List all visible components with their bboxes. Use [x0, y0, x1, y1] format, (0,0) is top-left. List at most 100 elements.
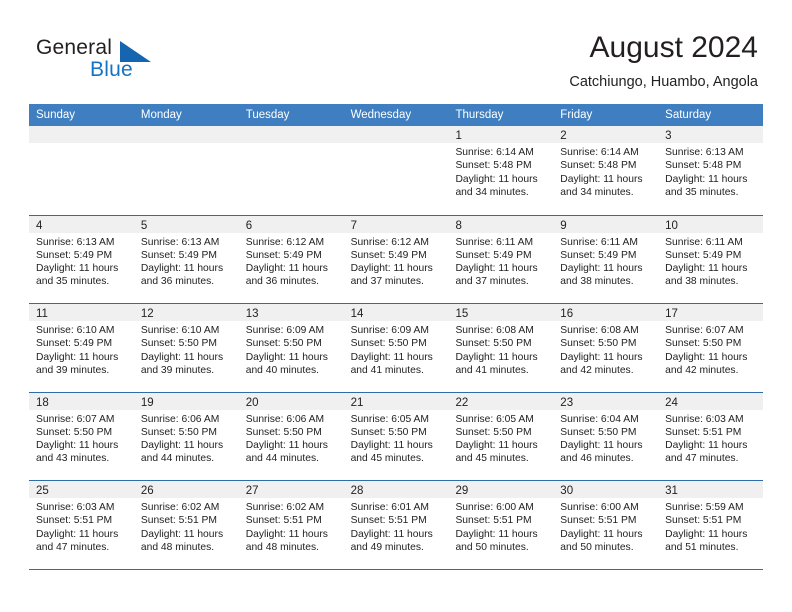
day-sun-info: Sunrise: 6:13 AM Sunset: 5:48 PM Daylight:…: [658, 143, 763, 199]
day-number-band: 10: [658, 215, 764, 233]
daylight-text-line1: Daylight: 11 hours: [455, 528, 538, 540]
calendar-day-cell[interactable]: 2 Sunrise: 6:14 AM Sunset: 5:48 PM Daylight…: [553, 126, 659, 215]
calendar-day-cell[interactable]: 26 Sunrise: 6:02 AM Sunset: 5:51 PM Dayligh…: [133, 481, 239, 569]
day-number-band: 22: [448, 392, 554, 410]
daylight-text-line2: and 47 minutes.: [36, 541, 110, 553]
day-number: 7: [350, 219, 357, 232]
sunrise-text: Sunrise: 6:13 AM: [665, 147, 744, 158]
day-number-band: [343, 126, 449, 143]
daylight-text-line2: and 45 minutes.: [350, 453, 424, 465]
calendar-day-cell[interactable]: 27 Sunrise: 6:02 AM Sunset: 5:51 PM Dayligh…: [238, 481, 344, 569]
calendar-day-cell[interactable]: 28 Sunrise: 6:01 AM Sunset: 5:51 PM Dayligh…: [343, 481, 449, 569]
calendar-day-cell[interactable]: 7 Sunrise: 6:12 AM Sunset: 5:49 PM Daylight…: [343, 215, 449, 303]
day-number: 3: [665, 130, 672, 142]
daylight-text-line2: and 40 minutes.: [245, 364, 319, 376]
sunrise-text: Sunrise: 6:14 AM: [560, 147, 639, 158]
calendar-day-cell[interactable]: 29 Sunrise: 6:00 AM Sunset: 5:51 PM Dayligh…: [448, 481, 554, 569]
calendar-day-cell[interactable]: 9 Sunrise: 6:11 AM Sunset: 5:49 PM Daylight…: [553, 215, 659, 303]
daylight-text-line1: Daylight: 11 hours: [36, 351, 119, 363]
day-number-band: [29, 126, 134, 143]
calendar-day-cell[interactable]: 8 Sunrise: 6:11 AM Sunset: 5:49 PM Daylight…: [448, 215, 554, 303]
daylight-text-line1: Daylight: 11 hours: [560, 528, 643, 540]
sunset-text: Sunset: 5:49 PM: [245, 249, 322, 261]
calendar-day-cell[interactable]: 19 Sunrise: 6:06 AM Sunset: 5:50 PM Dayligh…: [133, 392, 239, 480]
calendar-day-cell[interactable]: 4 Sunrise: 6:13 AM Sunset: 5:49 PM Daylight…: [29, 215, 134, 303]
daylight-text-line2: and 42 minutes.: [665, 364, 739, 376]
day-number-band: 31: [658, 481, 764, 498]
sunrise-text: Sunrise: 6:04 AM: [560, 413, 639, 425]
daylight-text-line1: Daylight: 11 hours: [350, 351, 433, 363]
daylight-text-line1: Daylight: 11 hours: [665, 263, 748, 275]
day-number: 26: [140, 485, 154, 497]
day-number: 20: [245, 396, 259, 409]
calendar-day-cell[interactable]: 15 Sunrise: 6:08 AM Sunset: 5:50 PM Dayligh…: [448, 304, 554, 392]
day-sun-info: Sunrise: 6:06 AM Sunset: 5:50 PM Daylight:…: [134, 410, 239, 466]
day-number-band: 7: [343, 215, 449, 233]
calendar-day-cell[interactable]: 16 Sunrise: 6:08 AM Sunset: 5:50 PM Dayligh…: [553, 304, 659, 392]
calendar-day-cell[interactable]: 5 Sunrise: 6:13 AM Sunset: 5:49 PM Daylight…: [133, 215, 239, 303]
day-number-band: 14: [343, 304, 449, 321]
calendar-day-cell[interactable]: 11 Sunrise: 6:10 AM Sunset: 5:49 PM Dayligh…: [29, 304, 134, 392]
calendar-day-cell[interactable]: 12 Sunrise: 6:10 AM Sunset: 5:50 PM Dayligh…: [133, 304, 239, 392]
calendar-day-cell[interactable]: 17 Sunrise: 6:07 AM Sunset: 5:50 PM Dayligh…: [658, 304, 764, 392]
calendar-day-cell[interactable]: 23 Sunrise: 6:04 AM Sunset: 5:50 PM Dayligh…: [553, 392, 659, 480]
sunset-text: Sunset: 5:49 PM: [455, 249, 532, 261]
calendar-day-cell[interactable]: 24 Sunrise: 6:03 AM Sunset: 5:51 PM Dayligh…: [658, 392, 764, 480]
daylight-text-line1: Daylight: 11 hours: [36, 440, 119, 452]
sunset-text: Sunset: 5:49 PM: [36, 249, 113, 261]
day-number-band: 25: [29, 481, 134, 498]
calendar-day-cell[interactable]: 18 Sunrise: 6:07 AM Sunset: 5:50 PM Dayligh…: [29, 392, 134, 480]
sunrise-text: Sunrise: 6:12 AM: [350, 236, 429, 248]
daylight-text-line2: and 38 minutes.: [560, 276, 634, 288]
sunset-text: Sunset: 5:50 PM: [455, 338, 532, 350]
sunrise-text: Sunrise: 6:11 AM: [455, 236, 534, 248]
day-number: 17: [665, 308, 678, 320]
daylight-text-line1: Daylight: 11 hours: [245, 440, 328, 452]
daylight-text-line1: Daylight: 11 hours: [665, 528, 748, 540]
calendar-day-cell[interactable]: 6 Sunrise: 6:12 AM Sunset: 5:49 PM Daylight…: [238, 215, 344, 303]
daylight-text-line1: Daylight: 11 hours: [36, 528, 119, 540]
calendar-day-cell[interactable]: 10 Sunrise: 6:11 AM Sunset: 5:49 PM Dayligh…: [658, 215, 764, 303]
weekday-header-thursday: Thursday: [455, 109, 504, 121]
sunrise-text: Sunrise: 6:10 AM: [140, 325, 220, 336]
sunset-text: Sunset: 5:51 PM: [665, 426, 742, 438]
sunrise-text: Sunrise: 6:01 AM: [350, 502, 429, 513]
calendar-day-cell[interactable]: 20 Sunrise: 6:06 AM Sunset: 5:50 PM Dayligh…: [238, 392, 344, 480]
day-number-band: 29: [448, 481, 554, 498]
day-number-band: 23: [553, 392, 659, 410]
calendar-weeks: 1 Sunrise: 6:14 AM Sunset: 5:48 PM Daylight…: [29, 126, 764, 569]
sunset-text: Sunset: 5:51 PM: [665, 515, 742, 527]
sunrise-text: Sunrise: 6:05 AM: [455, 413, 534, 425]
sunrise-text: Sunrise: 6:02 AM: [245, 502, 325, 513]
day-sun-info: Sunrise: 6:07 AM Sunset: 5:50 PM Daylight:…: [29, 410, 134, 466]
day-number-band: 9: [553, 215, 659, 233]
sunrise-text: Sunrise: 6:00 AM: [455, 502, 534, 513]
calendar-day-cell[interactable]: 1 Sunrise: 6:14 AM Sunset: 5:48 PM Daylight…: [448, 126, 554, 215]
daylight-text-line2: and 38 minutes.: [665, 276, 739, 288]
sunrise-text: Sunrise: 6:11 AM: [665, 236, 743, 248]
day-number: 27: [245, 485, 259, 497]
daylight-text-line2: and 41 minutes.: [350, 364, 424, 376]
daylight-text-line2: and 39 minutes.: [140, 364, 215, 376]
day-number-band: 16: [553, 304, 659, 321]
calendar-day-cell[interactable]: 3 Sunrise: 6:13 AM Sunset: 5:48 PM Daylight…: [658, 126, 764, 215]
sunset-text: Sunset: 5:49 PM: [36, 338, 113, 350]
calendar-day-cell[interactable]: 21 Sunrise: 6:05 AM Sunset: 5:50 PM Dayligh…: [343, 392, 449, 480]
calendar-day-cell[interactable]: 31 Sunrise: 5:59 AM Sunset: 5:51 PM Dayligh…: [658, 481, 764, 569]
sunset-text: Sunset: 5:50 PM: [140, 338, 217, 350]
general-blue-logo[interactable]: General Blue: [36, 36, 236, 88]
daylight-text-line2: and 46 minutes.: [560, 453, 634, 465]
calendar-day-cell[interactable]: 25 Sunrise: 6:03 AM Sunset: 5:51 PM Dayligh…: [29, 481, 134, 569]
calendar-day-cell[interactable]: 22 Sunrise: 6:05 AM Sunset: 5:50 PM Dayligh…: [448, 392, 554, 480]
calendar-week-row: 1 Sunrise: 6:14 AM Sunset: 5:48 PM Daylight…: [29, 126, 764, 215]
day-number: 5: [140, 219, 148, 232]
daylight-text-line1: Daylight: 11 hours: [455, 173, 538, 185]
sunset-text: Sunset: 5:50 PM: [455, 426, 532, 438]
calendar-day-cell[interactable]: 14 Sunrise: 6:09 AM Sunset: 5:50 PM Dayligh…: [343, 304, 449, 392]
sunrise-text: Sunrise: 6:11 AM: [560, 236, 638, 248]
sunrise-text: Sunrise: 6:09 AM: [350, 325, 429, 336]
calendar-day-cell[interactable]: 30 Sunrise: 6:00 AM Sunset: 5:51 PM Dayligh…: [553, 481, 659, 569]
sunset-text: Sunset: 5:50 PM: [560, 338, 637, 350]
calendar-day-cell-empty: [343, 126, 449, 215]
calendar-day-cell[interactable]: 13 Sunrise: 6:09 AM Sunset: 5:50 PM Dayligh…: [238, 304, 344, 392]
